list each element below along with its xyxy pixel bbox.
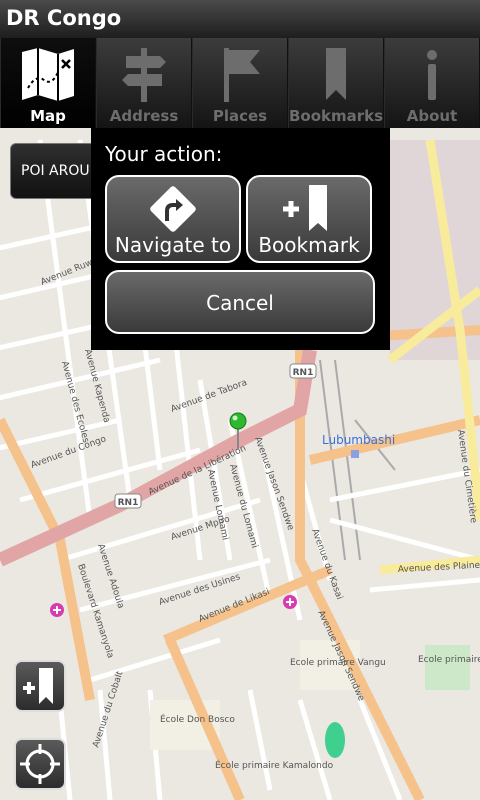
signpost-icon [122,48,166,102]
svg-text:RN1: RN1 [293,368,314,378]
bookmark-icon [326,48,346,100]
navigate-to-button[interactable]: Navigate to [105,175,241,263]
info-icon [427,50,437,100]
tab-map[interactable]: Map [0,38,96,128]
tab-places[interactable]: Places [192,38,288,128]
locate-me-button[interactable] [14,738,66,790]
flag-icon [224,48,260,102]
action-dialog: Your action: Navigate to Bookmark Cancel [91,128,390,350]
svg-text:RN1: RN1 [118,498,139,508]
station-icon [351,450,359,458]
tab-places-label: Places [212,107,268,125]
tab-bookmarks-label: Bookmarks [289,107,384,125]
cancel-button[interactable]: Cancel [105,270,375,334]
tab-bookmarks[interactable]: Bookmarks [288,38,384,128]
poi-label: Ecole primaire Vangu [418,655,480,665]
tab-about[interactable]: About [384,38,480,128]
tab-bar: Map Address Places Bookmarks About [0,38,480,128]
app-title: DR Congo [6,6,122,30]
add-bookmark-icon [283,185,327,231]
park [425,645,470,690]
tab-about-label: About [406,107,458,125]
hospital-icon [283,595,297,609]
cancel-label: Cancel [206,291,274,315]
route-shield: RN1 [114,493,142,509]
poi-label: École Don Bosco [160,713,235,725]
tab-address[interactable]: Address [96,38,192,128]
poi-around-label: POI AROUN [21,163,101,179]
title-bar: DR Congo [0,0,480,38]
hospital-icon [50,603,64,617]
city-label: Lubumbashi [322,433,395,447]
bookmark-label: Bookmark [258,233,360,257]
navigate-to-label: Navigate to [114,233,232,257]
dialog-title: Your action: [105,142,223,166]
poi-label: École primaire Kamalondo [215,759,334,771]
add-bookmark-map-button[interactable] [14,660,66,712]
tab-address-label: Address [109,107,179,125]
route-shield: RN1 [289,363,317,379]
add-bookmark-icon [23,668,53,704]
crosshair-icon [20,744,60,784]
bookmark-button[interactable]: Bookmark [246,175,372,263]
map-icon [22,48,74,101]
tab-map-label: Map [30,107,66,125]
turn-right-sign-icon [150,186,196,232]
poi-label: Ecole primaire Vangu [290,658,386,668]
sports-field [325,722,345,758]
